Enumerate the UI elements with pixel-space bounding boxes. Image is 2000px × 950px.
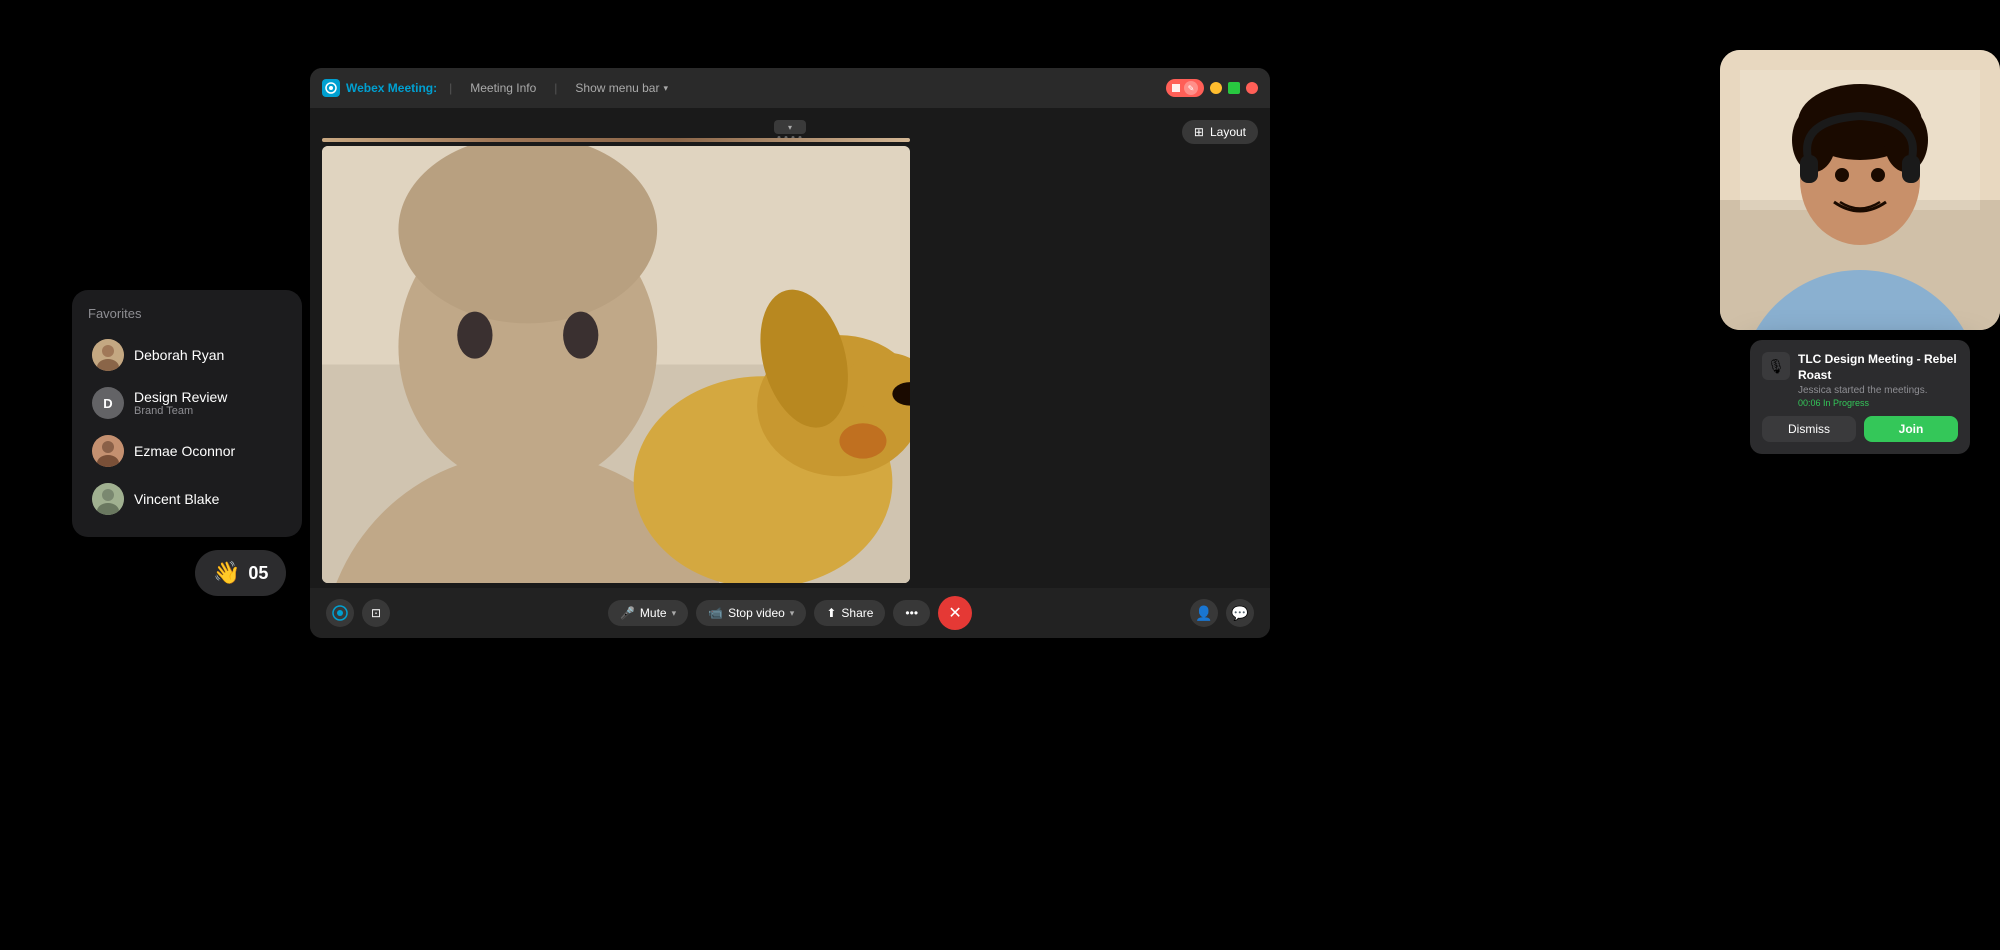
favorite-item-design-review[interactable]: D Design Review Brand Team [88,381,286,425]
end-call-icon: ✕ [948,603,961,623]
close-button[interactable] [1246,82,1258,94]
headphone-person-bg [1720,50,2000,330]
emoji-badge: 👋 05 [195,550,286,596]
webex-title: Webex Meeting: [346,81,437,95]
toolbar-right: 👤 💬 [1190,599,1254,627]
chevron-down-icon: ▾ [663,83,668,94]
chat-icon: 💬 [1231,605,1248,622]
favorites-list: Deborah Ryan D Design Review Brand Team … [88,333,286,521]
notification-subtitle: Jessica started the meetings. [1798,385,1958,396]
avatar-ezmae [92,435,124,467]
participants-icon: 👤 [1195,605,1212,622]
join-button[interactable]: Join [1864,416,1958,442]
favorite-name-ezmae: Ezmae Oconnor [134,443,235,459]
toolbar-center: 🎤 Mute ▾ 📹 Stop video ▾ ⬆ Share ••• ✕ [390,596,1190,630]
title-separator: | [449,81,452,95]
window-controls: ✎ [1166,79,1258,97]
recording-indicator: ✎ [1166,79,1204,97]
layout-icon: ⊞ [1194,125,1204,139]
person-6-bg [322,146,910,583]
notification-content: TLC Design Meeting - Rebel Roast Jessica… [1798,352,1958,408]
meeting-icon: 🎙 [1767,358,1785,375]
avatar-design-review: D [92,387,124,419]
side-person-panel [1720,50,2000,330]
favorite-subtitle-design-review: Brand Team [134,405,227,417]
webex-logo-icon [322,79,340,97]
chat-btn[interactable]: 💬 [1226,599,1254,627]
caption-btn[interactable]: ⊡ [362,599,390,627]
dismiss-button[interactable]: Dismiss [1762,416,1856,442]
record-dot [1172,84,1180,92]
title-separator-2: | [554,81,557,95]
stop-video-label: Stop video [728,606,785,620]
favorites-panel: Favorites Deborah Ryan D Design Review B… [72,290,302,537]
share-button[interactable]: ⬆ Share [814,600,885,626]
favorite-name-vincent: Vincent Blake [134,491,219,507]
participants-btn[interactable]: 👤 [1190,599,1218,627]
webex-window: Webex Meeting: | Meeting Info | Show men… [310,68,1270,638]
webex-logo: Webex Meeting: [322,79,437,97]
emoji-count: 05 [248,563,268,584]
notification-header: 🎙 TLC Design Meeting - Rebel Roast Jessi… [1762,352,1958,408]
show-menu-btn[interactable]: Show menu bar ▾ [569,79,674,97]
layout-button[interactable]: ⊞ Layout [1182,120,1258,144]
video-grid: AdamMurphy [322,138,1258,583]
share-label: Share [841,606,873,620]
stop-video-button[interactable]: 📹 Stop video ▾ [696,600,806,626]
toolbar-left: ⊡ [326,599,390,627]
notification-title: TLC Design Meeting - Rebel Roast [1798,352,1958,383]
favorite-name-deborah: Deborah Ryan [134,347,224,363]
collapse-bar[interactable]: ▾ [774,120,806,134]
avatar-deborah [92,339,124,371]
favorite-item-deborah[interactable]: Deborah Ryan [88,333,286,377]
notification-icon: 🎙 [1762,352,1790,380]
video-main-adam: AdamMurphy [322,138,910,142]
notification-actions: Dismiss Join [1762,416,1958,442]
favorite-name-design-review: Design Review [134,389,227,405]
video-icon: 📹 [708,606,723,620]
share-icon: ⬆ [826,606,836,620]
title-bar: Webex Meeting: | Meeting Info | Show men… [310,68,1270,108]
video-cell-6 [322,146,910,583]
webex-icon-btn[interactable] [326,599,354,627]
caption-icon: ⊡ [371,606,381,620]
favorite-item-ezmae[interactable]: Ezmae Oconnor [88,429,286,473]
favorite-info-design-review: Design Review Brand Team [134,389,227,417]
favorites-title: Favorites [88,306,286,321]
favorite-info-vincent: Vincent Blake [134,491,219,507]
layout-label: Layout [1210,125,1246,139]
more-dots-icon: ••• [905,606,918,620]
favorite-item-vincent[interactable]: Vincent Blake [88,477,286,521]
favorite-info-ezmae: Ezmae Oconnor [134,443,235,459]
mute-label: Mute [640,606,667,620]
mute-dropdown-arrow: ▾ [672,608,677,619]
maximize-button[interactable] [1228,82,1240,94]
meeting-toolbar: ⊡ 🎤 Mute ▾ 📹 Stop video ▾ ⬆ Share ••• [310,588,1270,638]
notification-card: 🎙 TLC Design Meeting - Rebel Roast Jessi… [1750,340,1970,454]
emoji-icon: 👋 [213,560,240,586]
minimize-button[interactable] [1210,82,1222,94]
more-options-button[interactable]: ••• [893,600,930,626]
mute-button[interactable]: 🎤 Mute ▾ [608,600,688,626]
video-dropdown-arrow: ▾ [790,608,795,619]
person-adam-bg [322,138,910,142]
favorite-info-deborah: Deborah Ryan [134,347,224,363]
show-menu-label: Show menu bar [575,81,659,95]
avatar-vincent [92,483,124,515]
mic-icon: 🎤 [620,606,635,620]
edit-icon: ✎ [1184,81,1198,95]
collapse-icon: ▾ [788,123,792,132]
meeting-info-btn[interactable]: Meeting Info [464,79,542,97]
end-call-button[interactable]: ✕ [938,596,972,630]
notification-status: 00:06 In Progress [1798,398,1958,408]
